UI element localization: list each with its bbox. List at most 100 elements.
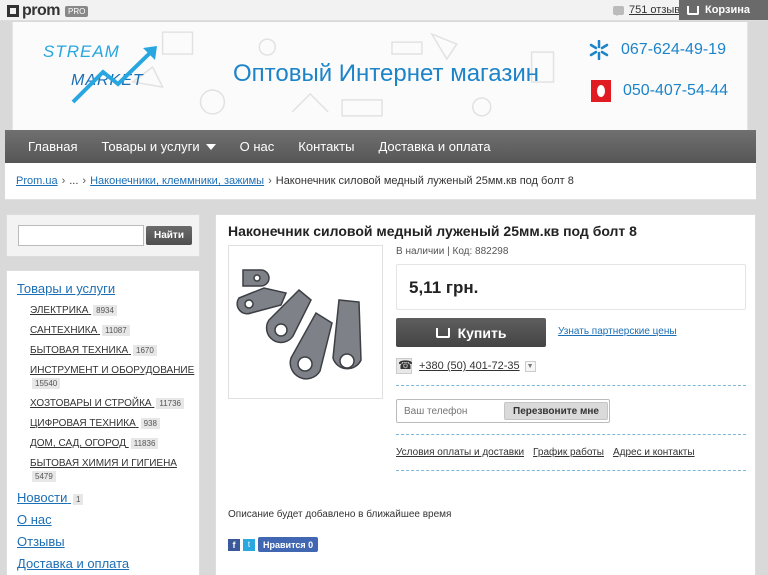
- divider: [396, 385, 746, 386]
- buy-label: Купить: [457, 324, 507, 341]
- vodafone-icon: [591, 80, 611, 102]
- catalog-heading[interactable]: Товары и услуги: [17, 281, 115, 296]
- phone-icon: [396, 358, 413, 374]
- catalog-item-label: Бытовая техника: [30, 345, 129, 356]
- catalog-item-count: 1670: [133, 345, 157, 356]
- pro-badge: PRO: [65, 5, 89, 17]
- product-image[interactable]: [228, 245, 383, 399]
- callback-button[interactable]: Перезвоните мне: [504, 402, 608, 420]
- address-contacts-link[interactable]: Адрес и контакты: [613, 447, 695, 458]
- sidebar-link-reviews[interactable]: Отзывы: [17, 533, 129, 550]
- product-description: Описание будет добавлено в ближайшее вре…: [228, 509, 452, 520]
- header-banner: STREAM MARKET Оптовый Интернет магазин 0…: [12, 22, 748, 130]
- social-share: f t Нравится 0: [228, 537, 319, 552]
- nav-products[interactable]: Товары и услуги: [89, 139, 227, 154]
- nav-products-label: Товары и услуги: [101, 139, 200, 154]
- cart-button[interactable]: Корзина: [679, 0, 768, 20]
- like-button[interactable]: Нравится 0: [258, 537, 319, 552]
- breadcrumb-current: Наконечник силовой медный луженый 25мм.к…: [275, 175, 574, 187]
- sidebar-link-about[interactable]: О нас: [17, 511, 129, 528]
- catalog-item-label: Дом, сад, огород: [30, 438, 126, 449]
- nav-home[interactable]: Главная: [5, 139, 89, 154]
- catalog-item-label: Электрика: [30, 305, 89, 316]
- reviews-link[interactable]: 751 отзыв: [613, 4, 680, 16]
- cart-label: Корзина: [705, 4, 750, 16]
- stock-status: В наличии | Код: 882298: [396, 246, 509, 257]
- catalog-item-label: Сантехника: [30, 325, 98, 336]
- product-price: 5,11 грн.: [409, 278, 479, 297]
- shop-title: Оптовый Интернет магазин: [233, 60, 540, 87]
- phone-kyivstar: 067-624-49-19: [589, 40, 726, 60]
- price-box: 5,11 грн.: [396, 264, 746, 310]
- info-links: Условия оплаты и доставки График работы …: [396, 447, 704, 458]
- callback-phone-input[interactable]: [397, 400, 503, 422]
- phone-kyivstar-number: 067-624-49-19: [621, 41, 726, 58]
- catalog-item-label: Хозтовары и стройка: [30, 398, 152, 409]
- nav-about[interactable]: О нас: [228, 139, 287, 154]
- phone-vodafone: 050-407-54-44: [591, 80, 728, 102]
- twitter-icon[interactable]: t: [243, 538, 255, 551]
- catalog-item-count: 15540: [32, 378, 61, 389]
- search-button[interactable]: Найти: [146, 226, 192, 245]
- catalog-item-count: 11736: [156, 398, 184, 409]
- sidebar-link-label: Новости: [17, 490, 68, 505]
- nav-contacts[interactable]: Контакты: [286, 139, 366, 154]
- breadcrumb-separator: ›: [82, 175, 87, 187]
- product-title: Наконечник силовой медный луженый 25мм.к…: [228, 223, 637, 239]
- stream-market-logo[interactable]: STREAM MARKET: [43, 42, 157, 104]
- catalog-item-tools[interactable]: Инструмент и оборудование 15540: [30, 364, 195, 390]
- search-box: Найти: [6, 214, 200, 257]
- breadcrumb-separator: ›: [61, 175, 66, 187]
- schedule-link[interactable]: График работы: [533, 447, 604, 458]
- caret-down-icon: [205, 143, 216, 150]
- search-input[interactable]: [18, 225, 144, 246]
- catalog-item-label: Цифровая техника: [30, 418, 136, 429]
- catalog-list: Электрика 8934 Сантехника 11087 Бытовая …: [30, 304, 195, 490]
- logo-arrow-icon: [71, 46, 157, 104]
- seller-phone-number[interactable]: +380 (50) 401-72-35: [419, 360, 520, 372]
- catalog-item-plumbing[interactable]: Сантехника 11087: [30, 324, 195, 337]
- catalog-item-garden[interactable]: Дом, сад, огород 11836: [30, 437, 195, 450]
- nav-delivery[interactable]: Доставка и оплата: [366, 139, 502, 154]
- catalog-item-digital[interactable]: Цифровая техника 938: [30, 417, 195, 430]
- main-nav: Главная Товары и услуги О нас Контакты Д…: [5, 130, 756, 163]
- speech-bubble-icon: [613, 5, 624, 16]
- catalog-item-label: Бытовая химия и гигиена: [30, 458, 177, 469]
- reviews-count[interactable]: 751 отзыв: [629, 4, 680, 16]
- catalog-item-electrics[interactable]: Электрика 8934: [30, 304, 195, 317]
- product-card: Наконечник силовой медный луженый 25мм.к…: [215, 214, 756, 575]
- phone-dropdown-icon[interactable]: ▼: [524, 360, 536, 372]
- breadcrumb-separator: ›: [268, 175, 272, 187]
- catalog-item-count: 938: [140, 418, 160, 429]
- breadcrumb: Prom.ua › ... › Наконечники, клеммники, …: [5, 163, 756, 200]
- prom-logo[interactable]: prom PRO: [7, 2, 89, 20]
- catalog-sidebar: Товары и услуги Электрика 8934 Сантехник…: [6, 270, 200, 575]
- news-count: 1: [72, 494, 84, 505]
- like-label: Нравится 0: [263, 539, 314, 550]
- breadcrumb-category[interactable]: Наконечники, клеммники, зажимы: [90, 175, 264, 187]
- partner-prices-link[interactable]: Узнать партнерские цены: [558, 326, 677, 337]
- catalog-item-count: 11836: [130, 438, 159, 449]
- prom-brand: prom: [22, 2, 61, 19]
- catalog-item-count: 11087: [102, 325, 130, 336]
- sidebar-link-delivery[interactable]: Доставка и оплата: [17, 555, 129, 572]
- catalog-item-count: 5479: [32, 471, 56, 482]
- divider: [396, 470, 746, 471]
- catalog-item-appliances[interactable]: Бытовая техника 1670: [30, 344, 195, 357]
- catalog-item-household[interactable]: Хозтовары и стройка 11736: [30, 397, 195, 410]
- buy-button[interactable]: Купить: [396, 318, 546, 347]
- callback-form: Перезвоните мне: [396, 399, 610, 423]
- sidebar-links: Новости 1 О нас Отзывы Доставка и оплата: [17, 489, 129, 575]
- breadcrumb-ellipsis[interactable]: ...: [69, 175, 78, 187]
- payment-delivery-link[interactable]: Условия оплаты и доставки: [396, 447, 524, 458]
- prom-square-icon: [7, 5, 19, 17]
- cable-lugs-image: [236, 269, 362, 380]
- catalog-item-count: 8934: [93, 305, 117, 316]
- top-bar: prom PRO 751 отзыв Корзина: [0, 0, 768, 21]
- sidebar-link-news[interactable]: Новости 1: [17, 489, 129, 506]
- facebook-icon[interactable]: f: [228, 538, 240, 551]
- divider: [396, 434, 746, 435]
- breadcrumb-root[interactable]: Prom.ua: [16, 175, 58, 187]
- cart-icon: [435, 327, 450, 338]
- catalog-item-chemicals[interactable]: Бытовая химия и гигиена 5479: [30, 457, 195, 483]
